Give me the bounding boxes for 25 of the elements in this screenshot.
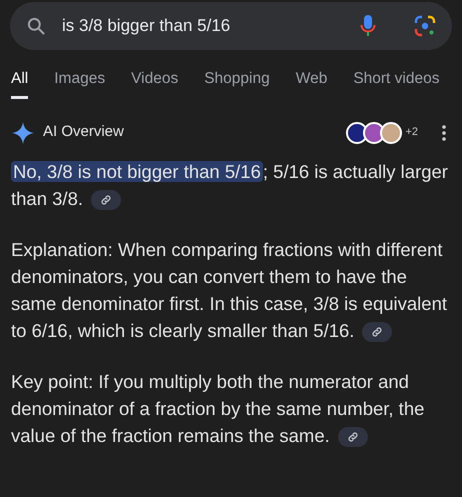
sparkle-icon <box>12 122 34 144</box>
search-text: is 3/8 bigger than 5/16 <box>62 15 232 38</box>
link-button[interactable] <box>91 190 122 210</box>
tab[interactable]: Images <box>54 67 106 100</box>
more-options-icon[interactable] <box>442 124 446 140</box>
search-icon <box>26 16 46 36</box>
source-avatar[interactable] <box>380 122 402 144</box>
tab[interactable]: Shopping <box>204 67 270 100</box>
tab[interactable]: Videos <box>131 67 178 100</box>
tab[interactable]: Web <box>296 67 328 100</box>
link-button[interactable] <box>338 426 368 447</box>
answer-paragraph: Key point: If you multiply both the numerator and denominator of a fraction by the same number, the value of the fraction remains the same. <box>11 370 426 449</box>
microphone-icon[interactable] <box>360 14 376 38</box>
answer-paragraph: Explanation: When comparing fractions with different denominators, you can convert them to have the same denominator first. In this case, 3/8 is equivalent to 6/16, which is clearly smaller than 5/16. <box>11 238 448 344</box>
answer-paragraph: No, 3/8 is not bigger than 5/16; 5/16 is actually larger than 3/8. <box>11 160 449 212</box>
tab[interactable]: Short videos <box>353 67 440 100</box>
link-icon <box>100 194 112 206</box>
camera-lens-icon[interactable] <box>414 15 436 37</box>
overview-title: AI Overview <box>43 122 125 142</box>
link-icon <box>346 430 359 443</box>
link-button[interactable] <box>362 322 392 342</box>
more-sources-count: +2 <box>405 125 418 140</box>
tab[interactable]: All <box>11 67 28 100</box>
search-field[interactable]: is 3/8 bigger than 5/16 <box>10 2 452 50</box>
link-icon <box>371 326 384 338</box>
